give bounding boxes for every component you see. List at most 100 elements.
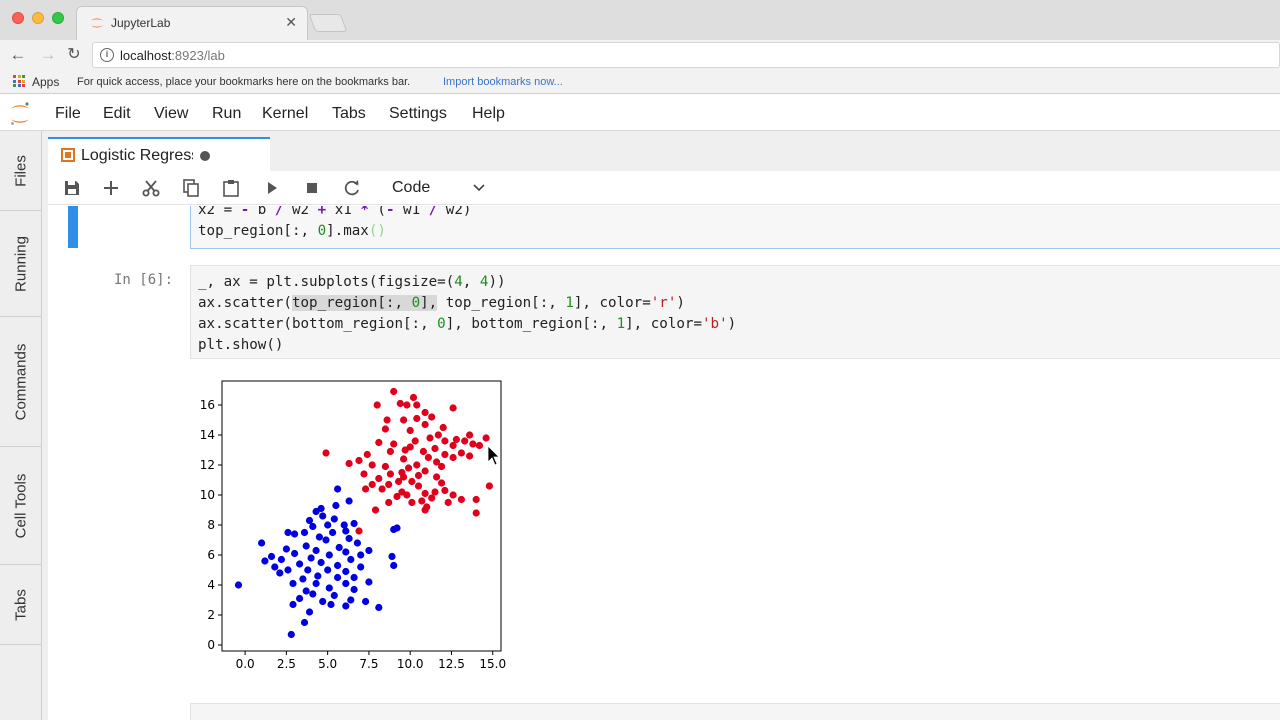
code-token: ) [727,316,737,332]
tab-close-icon[interactable]: ✕ [285,14,297,31]
sidebar-tab-commands[interactable]: Commands [0,317,41,447]
browser-tab[interactable]: JupyterLab ✕ [76,6,308,40]
menu-file[interactable]: File [55,105,81,123]
cell-editor[interactable]: x2 = - b / w2 + x1 * (- w1 / w2) top_regi… [190,206,1280,249]
menu-view[interactable]: View [154,105,188,123]
red-point [421,506,429,514]
red-point [406,426,414,435]
blue-point [350,573,358,582]
code-token: x2 = [198,206,241,218]
sidebar-tab-files[interactable]: Files [0,131,41,211]
blue-point [309,590,317,598]
blue-point [300,618,309,627]
code-line: plt.show() [198,335,736,356]
blue-point [347,596,355,604]
copy-icon[interactable] [181,178,201,198]
blue-point [388,552,396,561]
url-path: :8923/lab [171,48,225,63]
window-maximize-button[interactable] [52,12,64,24]
red-point [441,450,449,459]
red-point [433,473,441,481]
new-tab-button[interactable] [308,14,348,32]
mouse-cursor-icon [487,445,500,466]
cell-editor[interactable]: _, ax = plt.subplots(figsize=(4, 4)) ax.s… [190,265,1280,359]
sidebar-tab-tabs[interactable]: Tabs [0,565,41,645]
blue-point [362,597,370,606]
back-arrow-icon[interactable]: ← [7,44,29,66]
red-point [390,387,398,396]
menu-settings[interactable]: Settings [389,105,447,123]
notebook-toolbar: Code [48,171,1280,205]
forward-arrow-icon[interactable]: → [37,44,59,66]
code-token: w1 [394,206,429,218]
save-icon[interactable] [62,178,82,198]
url-host: localhost [120,48,172,63]
sidebar-tab-label: Tabs [12,588,29,621]
code-token: )) [488,274,506,290]
code-line: ax.scatter(top_region[:, 0], top_region[… [198,293,736,314]
code-token: () [368,223,386,239]
blue-point [315,533,323,541]
apps-link[interactable]: Apps [32,75,59,89]
bookmarks-hint-text: For quick access, place your bookmarks h… [77,76,411,88]
menu-kernel[interactable]: Kernel [262,105,308,123]
blue-point [234,581,243,589]
red-point [362,485,370,493]
code-token: / [428,206,438,218]
window-close-button[interactable] [12,12,24,24]
x-tick-label: 7.5 [359,657,378,671]
blue-point [302,542,310,550]
add-cell-icon[interactable] [101,178,121,198]
window-minimize-button[interactable] [32,12,44,24]
code-token: ( [368,206,386,218]
run-cell-icon[interactable] [262,178,282,198]
blue-point [277,555,285,564]
menu-run[interactable]: Run [212,105,241,123]
notebook-tab[interactable]: Logistic Regression [48,137,270,171]
y-tick-label: 14 [200,428,215,442]
interrupt-kernel-icon[interactable] [302,178,322,198]
code-block: x2 = - b / w2 + x1 * (- w1 / w2) top_regi… [198,206,471,242]
blue-point [332,501,340,510]
blue-point [347,555,355,564]
chevron-down-icon[interactable] [472,181,486,195]
red-point [472,509,480,517]
red-point [413,461,421,469]
blue-point [334,485,342,493]
red-point [449,453,457,462]
blue-point [325,551,333,559]
restart-kernel-icon[interactable] [342,178,362,198]
code-token: ], bottom_region[:, [445,316,617,332]
apps-grid-icon[interactable] [13,75,25,87]
blue-point [258,539,266,547]
red-point [322,449,330,457]
red-point [385,498,393,507]
address-bar[interactable]: i localhost:8923/lab [92,42,1280,68]
red-point [457,495,465,504]
blue-point [271,563,279,571]
cell-type-select[interactable]: Code [392,179,430,197]
blue-point [309,522,317,531]
info-icon[interactable]: i [100,48,114,62]
paste-icon[interactable] [221,178,241,198]
x-tick-label: 2.5 [277,657,296,671]
blue-point [330,515,338,523]
red-point [403,401,411,409]
unsaved-dot-icon[interactable] [200,151,210,161]
browser-toolbar: ← → ↻ i localhost:8923/lab [0,40,1280,70]
code-token: _, ax = plt.subplots(figsize=( [198,274,455,290]
menu-help[interactable]: Help [472,105,505,123]
blue-point [304,566,312,574]
red-point [390,440,398,448]
blue-point [390,561,398,570]
reload-icon[interactable]: ↻ [63,44,85,66]
sidebar-tab-cell-tools[interactable]: Cell Tools [0,447,41,565]
sidebar-tab-running[interactable]: Running [0,211,41,317]
menu-tabs[interactable]: Tabs [332,105,366,123]
blue-point [342,527,350,535]
code-token: 1 [616,316,626,332]
next-cell-editor[interactable] [190,703,1280,720]
menu-edit[interactable]: Edit [103,105,131,123]
import-bookmarks-link[interactable]: Import bookmarks now... [443,76,563,88]
cut-icon[interactable] [141,178,161,198]
